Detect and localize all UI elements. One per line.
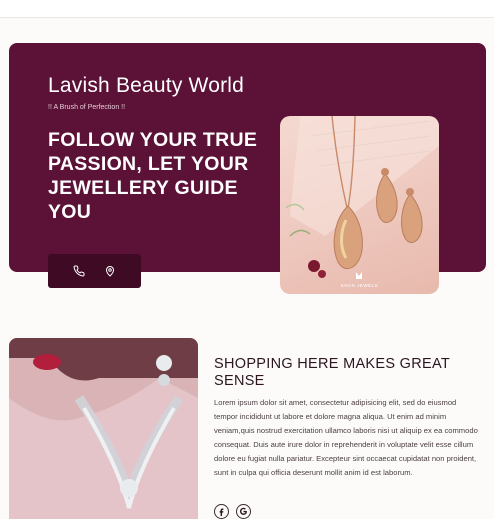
model-jewellery-image	[9, 338, 198, 519]
hero-headline: Follow your true passion, let your jewel…	[48, 129, 258, 223]
hero-jewellery-image: KHAN JEWELS	[280, 116, 439, 294]
brand-tagline: !! A Brush of Perfection !!	[48, 104, 126, 111]
section-title: Shopping here makes great sense	[214, 356, 450, 389]
image-caption: KHAN JEWELS	[340, 283, 379, 288]
contact-bar	[48, 254, 141, 288]
google-icon[interactable]	[236, 504, 251, 519]
location-pin-icon[interactable]	[103, 264, 117, 278]
social-links	[214, 504, 251, 519]
brand-title: Lavish Beauty World	[48, 74, 245, 97]
phone-icon[interactable]	[72, 264, 86, 278]
section-body: Lorem ipsum dolor sit amet, consectetur …	[214, 398, 478, 478]
facebook-icon[interactable]	[214, 504, 229, 519]
